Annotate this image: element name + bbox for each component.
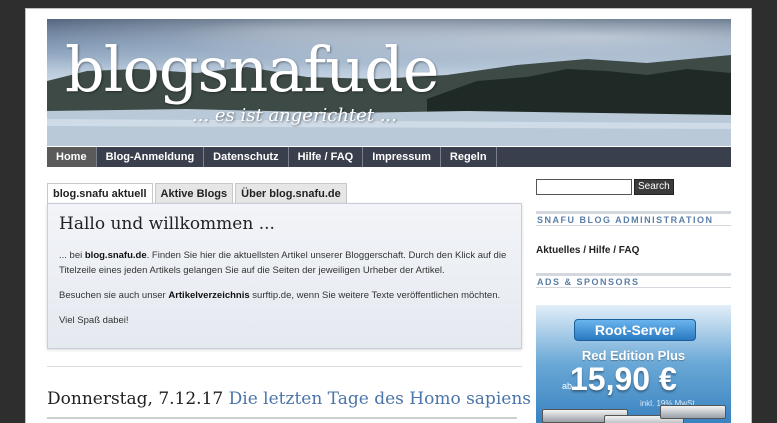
main-nav: Home Blog-Anmeldung Datenschutz Hilfe / … <box>47 147 731 167</box>
nav-item-datenschutz[interactable]: Datenschutz <box>204 147 289 167</box>
post-heading: Donnerstag, 7.12.17 Die letzten Tage des… <box>47 389 563 409</box>
artikelverzeichnis-link[interactable]: Artikelverzeichnis <box>168 290 249 301</box>
tab-blog-snafu-aktuell[interactable]: blog.snafu aktuell <box>47 183 153 203</box>
nav-item-impressum[interactable]: Impressum <box>363 147 441 167</box>
admin-heading: SNAFU BLOG ADMINISTRATION <box>536 211 731 226</box>
site-tagline: ... es ist angerichtet ... <box>192 105 397 126</box>
nav-item-hilfe-faq[interactable]: Hilfe / FAQ <box>289 147 364 167</box>
site-name-bold: blog.snafu.de <box>84 250 147 261</box>
tab-ueber-blog-snafu[interactable]: Über blog.snafu.de <box>235 183 347 203</box>
welcome-title: Hallo und willkommen ... <box>59 214 275 234</box>
search-input[interactable] <box>536 179 632 195</box>
welcome-paragraph-2: Besuchen sie auch unser Artikelverzeichn… <box>59 290 501 301</box>
nav-item-home[interactable]: Home <box>47 147 97 167</box>
root-server-ad[interactable]: Root-Server Red Edition Plus ab 15,90 € … <box>536 305 731 423</box>
server-image <box>660 405 726 419</box>
welcome-paragraph-3: Viel Spaß dabei! <box>59 315 129 326</box>
nav-item-regeln[interactable]: Regeln <box>441 147 497 167</box>
post-heading-underline <box>47 417 517 419</box>
nav-item-blog-anmeldung[interactable]: Blog-Anmeldung <box>97 147 205 167</box>
search-button[interactable]: Search <box>634 179 674 195</box>
content-divider <box>47 366 522 367</box>
welcome-panel: Hallo und willkommen ... ... bei blog.sn… <box>47 203 522 349</box>
ads-heading: ADS & SPONSORS <box>536 273 731 288</box>
post-title-link[interactable]: Die letzten Tage des Homo sapiens 2.1 <box>229 389 564 409</box>
header-banner[interactable]: blogsnafude ... es ist angerichtet ... <box>47 19 731 146</box>
site-logo[interactable]: blogsnafude <box>65 39 440 101</box>
ad-price: 15,90 € <box>570 361 677 397</box>
admin-link-aktuelles[interactable]: Aktuelles / Hilfe / FAQ <box>536 245 639 256</box>
ad-brand: Root-Server <box>574 319 696 341</box>
post-date: Donnerstag, 7.12.17 <box>47 389 224 409</box>
content-tabs: blog.snafu aktuell Aktive Blogs Über blo… <box>47 183 349 203</box>
page-container: blogsnafude ... es ist angerichtet ... H… <box>25 8 752 423</box>
tab-aktive-blogs[interactable]: Aktive Blogs <box>154 183 234 203</box>
welcome-paragraph-1: ... bei blog.snafu.de. Finden Sie hier d… <box>59 250 507 276</box>
